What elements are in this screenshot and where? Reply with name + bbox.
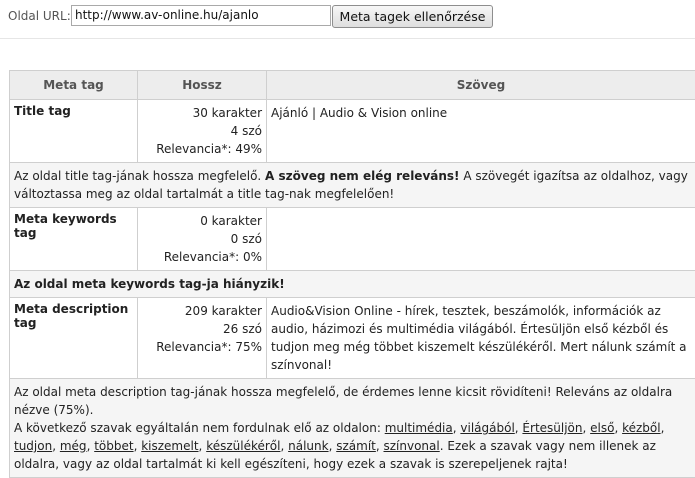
description-note: Az oldal meta description tag-jának hoss… [10, 379, 695, 478]
keywords-length-cell: 0 karakter 0 szó Relevancia*: 0% [138, 208, 267, 271]
description-note-pre: A következő szavak egyáltalán nem fordul… [14, 421, 385, 435]
keywords-text [267, 208, 695, 271]
table-row-description-note: Az oldal meta description tag-jának hoss… [10, 379, 695, 478]
missing-word: számít [336, 439, 376, 453]
column-header-length: Hossz [138, 71, 267, 100]
missing-word: Értesüljön [522, 421, 582, 435]
missing-word: színvonal [384, 439, 440, 453]
keywords-relevance: Relevancia*: 0% [142, 248, 262, 266]
table-row-title-note: Az oldal title tag-jának hossza megfelel… [10, 163, 695, 208]
url-input[interactable] [71, 5, 331, 26]
title-note: Az oldal title tag-jának hossza megfelel… [10, 163, 695, 208]
title-word-count: 4 szó [142, 122, 262, 140]
divider [0, 38, 695, 39]
description-length-cell: 209 karakter 26 szó Relevancia*: 75% [138, 298, 267, 379]
column-header-meta-tag: Meta tag [10, 71, 138, 100]
missing-word: kézből [622, 421, 661, 435]
description-relevance: Relevancia*: 75% [142, 338, 262, 356]
missing-word: még [60, 439, 87, 453]
title-note-warning: A szöveg nem elég releváns! [265, 169, 459, 183]
missing-word: világából [460, 421, 514, 435]
keywords-note: Az oldal meta keywords tag-ja hiányzik! [10, 271, 695, 298]
title-note-pre: Az oldal title tag-jának hossza megfelel… [14, 169, 265, 183]
table-header-row: Meta tag Hossz Szöveg [10, 71, 695, 100]
url-label: Oldal URL: [8, 9, 71, 23]
title-relevance: Relevancia*: 49% [142, 140, 262, 158]
missing-word: készülékéről [206, 439, 280, 453]
description-tag-name: Meta description tag [10, 298, 138, 379]
table-row-keywords-note: Az oldal meta keywords tag-ja hiányzik! [10, 271, 695, 298]
missing-word: nálunk [288, 439, 328, 453]
missing-word: tudjon [14, 439, 52, 453]
check-meta-tags-button[interactable]: Meta tagek ellenőrzése [332, 5, 493, 28]
meta-tags-table: Meta tag Hossz Szöveg Title tag 30 karak… [9, 70, 695, 478]
description-note-line2: A következő szavak egyáltalán nem fordul… [14, 419, 691, 473]
missing-word: kiszemelt [141, 439, 198, 453]
table-row-keywords: Meta keywords tag 0 karakter 0 szó Relev… [10, 208, 695, 271]
description-text: Audio&Vision Online - hírek, tesztek, be… [267, 298, 695, 379]
keywords-tag-name: Meta keywords tag [10, 208, 138, 271]
column-header-text: Szöveg [267, 71, 695, 100]
missing-word: első [590, 421, 614, 435]
description-word-count: 26 szó [142, 320, 262, 338]
title-length-cell: 30 karakter 4 szó Relevancia*: 49% [138, 100, 267, 163]
title-text: Ajánló | Audio & Vision online [267, 100, 695, 163]
missing-word: többet [94, 439, 133, 453]
table-row-description: Meta description tag 209 karakter 26 szó… [10, 298, 695, 379]
table-row-title: Title tag 30 karakter 4 szó Relevancia*:… [10, 100, 695, 163]
missing-word: multimédia [385, 421, 453, 435]
url-form: Oldal URL: Meta tagek ellenőrzése [0, 0, 695, 36]
title-char-count: 30 karakter [142, 104, 262, 122]
keywords-word-count: 0 szó [142, 230, 262, 248]
description-char-count: 209 karakter [142, 302, 262, 320]
keywords-char-count: 0 karakter [142, 212, 262, 230]
title-tag-name: Title tag [10, 100, 138, 163]
description-note-line1: Az oldal meta description tag-jának hoss… [14, 383, 691, 419]
